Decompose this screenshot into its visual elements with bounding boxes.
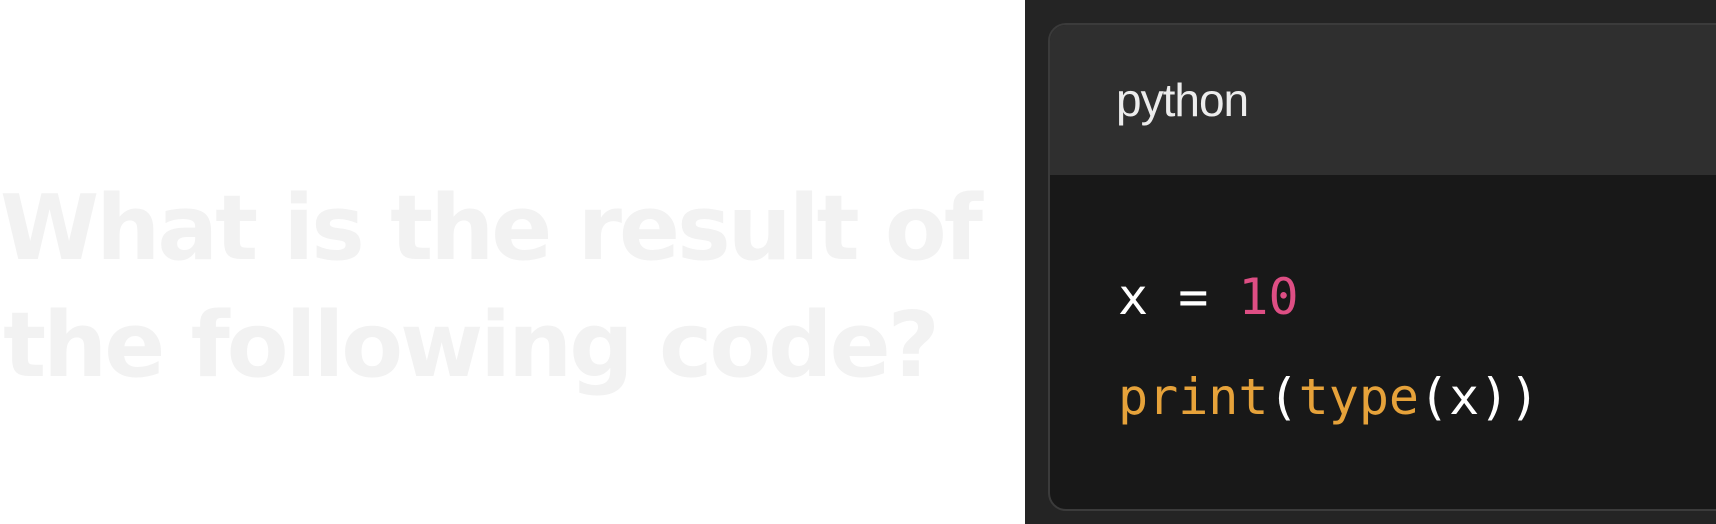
question-line-2: the following code?: [3, 293, 940, 398]
code-token-function-print: print: [1118, 368, 1269, 426]
question-panel: What is the result of the following code…: [0, 0, 1025, 524]
page: What is the result of the following code…: [0, 0, 1716, 524]
code-panel: python x = 10 print(type(x)): [1025, 0, 1716, 524]
code-token-operator: =: [1148, 268, 1239, 326]
code-token-paren-open-2: (: [1419, 368, 1450, 426]
language-label: python: [1116, 74, 1249, 126]
code-token-variable: x: [1118, 268, 1149, 326]
code-line-1: x = 10: [1118, 247, 1716, 347]
code-body: x = 10 print(type(x)): [1050, 175, 1716, 447]
code-block: python x = 10 print(type(x)): [1048, 23, 1716, 511]
code-token-paren-open: (: [1268, 368, 1299, 426]
code-token-paren-close: )): [1479, 368, 1540, 426]
code-token-argument: x: [1449, 368, 1480, 426]
code-line-2: print(type(x)): [1118, 347, 1716, 447]
code-block-header: python: [1050, 25, 1716, 175]
question-heading: What is the result of the following code…: [0, 170, 983, 404]
code-token-function-type: type: [1298, 368, 1420, 426]
code-token-number: 10: [1238, 268, 1299, 326]
question-line-1: What is the result of: [0, 176, 983, 281]
